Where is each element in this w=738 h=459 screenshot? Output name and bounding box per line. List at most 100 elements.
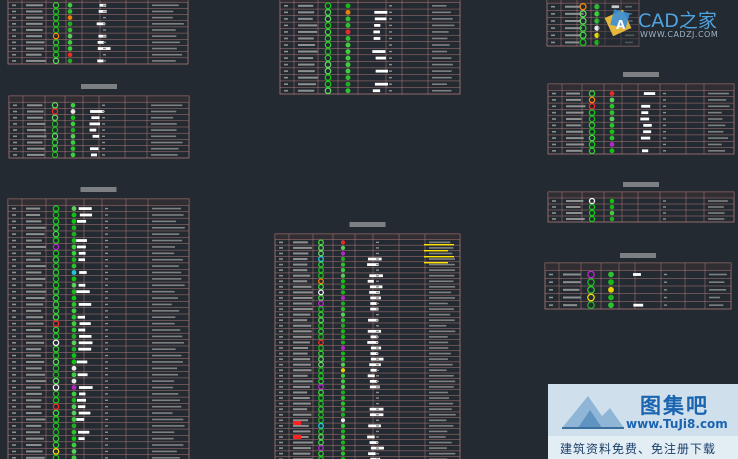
quantity-value [102, 117, 105, 119]
remark-text [152, 10, 174, 13]
row-number [284, 5, 288, 7]
spec-bar [370, 296, 381, 300]
spec-bar [375, 69, 388, 73]
plant-name [26, 360, 45, 363]
plant-name [26, 354, 41, 357]
quantity-value [105, 278, 108, 280]
plant-symbol-icon [318, 300, 324, 307]
plant-name [27, 110, 44, 113]
plant-name [26, 322, 44, 325]
plant-symbol-icon [318, 389, 324, 396]
row-number [279, 336, 283, 338]
plant-symbol-icon [318, 261, 324, 268]
plant-name [293, 241, 308, 244]
quantity-value [105, 412, 108, 414]
plant-symbol-icon [51, 151, 59, 159]
quantity-value [663, 143, 666, 146]
row-number [12, 437, 16, 440]
plant-name [26, 424, 42, 427]
plant-name [298, 63, 315, 66]
table-middle-left [8, 84, 190, 159]
plant-symbol-icon [324, 8, 332, 16]
shrub-symbol-icon [70, 109, 76, 114]
shrub-symbol-icon [340, 412, 346, 417]
spec-bar [367, 257, 382, 261]
shrub-symbol-icon [71, 448, 77, 454]
plant-name [293, 269, 308, 272]
quantity-value [105, 259, 108, 261]
quantity-value [664, 304, 667, 306]
row-number [12, 233, 16, 235]
plant-symbol-icon [588, 122, 596, 129]
remark-text [429, 441, 452, 444]
shrub-symbol-icon [71, 391, 77, 397]
plant-symbol-icon [52, 345, 60, 353]
shrub-symbol-icon [340, 312, 346, 317]
plant-symbol-icon [52, 275, 60, 283]
remark-text [152, 246, 176, 248]
plant-name [26, 239, 42, 242]
shrub-symbol-icon [340, 295, 346, 301]
plant-symbol-icon [587, 270, 595, 279]
table-bottom-left [7, 187, 190, 459]
plant-symbol-icon [52, 237, 60, 244]
row-number [12, 348, 16, 350]
remark-text [152, 47, 177, 50]
row-number [12, 239, 16, 242]
remark-text [152, 450, 177, 453]
plant-name [26, 373, 45, 376]
quantity-value [105, 233, 108, 235]
plant-symbol-icon [318, 317, 324, 324]
shrub-symbol-icon [71, 410, 77, 416]
plant-symbol-icon [579, 38, 587, 47]
plant-name [293, 252, 309, 255]
row-number [12, 290, 16, 293]
remark-text [429, 425, 454, 427]
row-number [552, 218, 556, 220]
highlight-note [424, 250, 448, 252]
plant-symbol-icon [324, 41, 332, 49]
quantity-value [376, 291, 379, 294]
remark-text [708, 143, 722, 146]
plant-symbol-icon [318, 272, 324, 279]
quantity-value [102, 123, 105, 125]
row-number [12, 444, 16, 446]
plant-symbol-icon [52, 352, 60, 359]
plant-symbol-icon [318, 383, 324, 390]
row-number [12, 399, 16, 402]
shrub-symbol-icon [71, 340, 77, 346]
shrub-symbol-icon [67, 2, 73, 8]
plant-name [565, 41, 580, 44]
shrub-symbol-icon [340, 451, 346, 456]
shrub-symbol-icon [71, 282, 77, 288]
plant-name [293, 452, 311, 455]
quantity-value [376, 252, 379, 255]
shrub-symbol-icon [345, 3, 351, 9]
row-number [552, 206, 556, 208]
shrub-symbol-icon [71, 378, 77, 384]
spec-bar [640, 136, 651, 140]
plant-name [298, 24, 318, 27]
quantity-value [376, 319, 379, 321]
plant-name [26, 41, 45, 44]
table-header [548, 192, 734, 198]
quantity-value [389, 63, 392, 66]
plant-symbol-icon [588, 128, 596, 136]
plant-symbol-icon [588, 134, 596, 142]
quantity-value [103, 54, 106, 56]
plant-symbol-icon [318, 400, 324, 407]
tuji-slogan: 建筑资料免费、免注册下载 [560, 442, 717, 456]
quantity-value [389, 44, 392, 46]
quantity-value [105, 386, 108, 389]
quantity-value [376, 402, 379, 405]
row-number [279, 280, 283, 283]
row-number [13, 123, 17, 125]
spec-bar [641, 149, 649, 153]
plant-name [298, 11, 315, 14]
remark-text [429, 352, 451, 355]
cad-home-url: WWW.CADZJ.COM [640, 30, 719, 39]
quantity-value [389, 18, 392, 20]
quantity-value [376, 430, 379, 433]
row-number [549, 281, 553, 283]
shrub-symbol-icon [71, 359, 77, 365]
